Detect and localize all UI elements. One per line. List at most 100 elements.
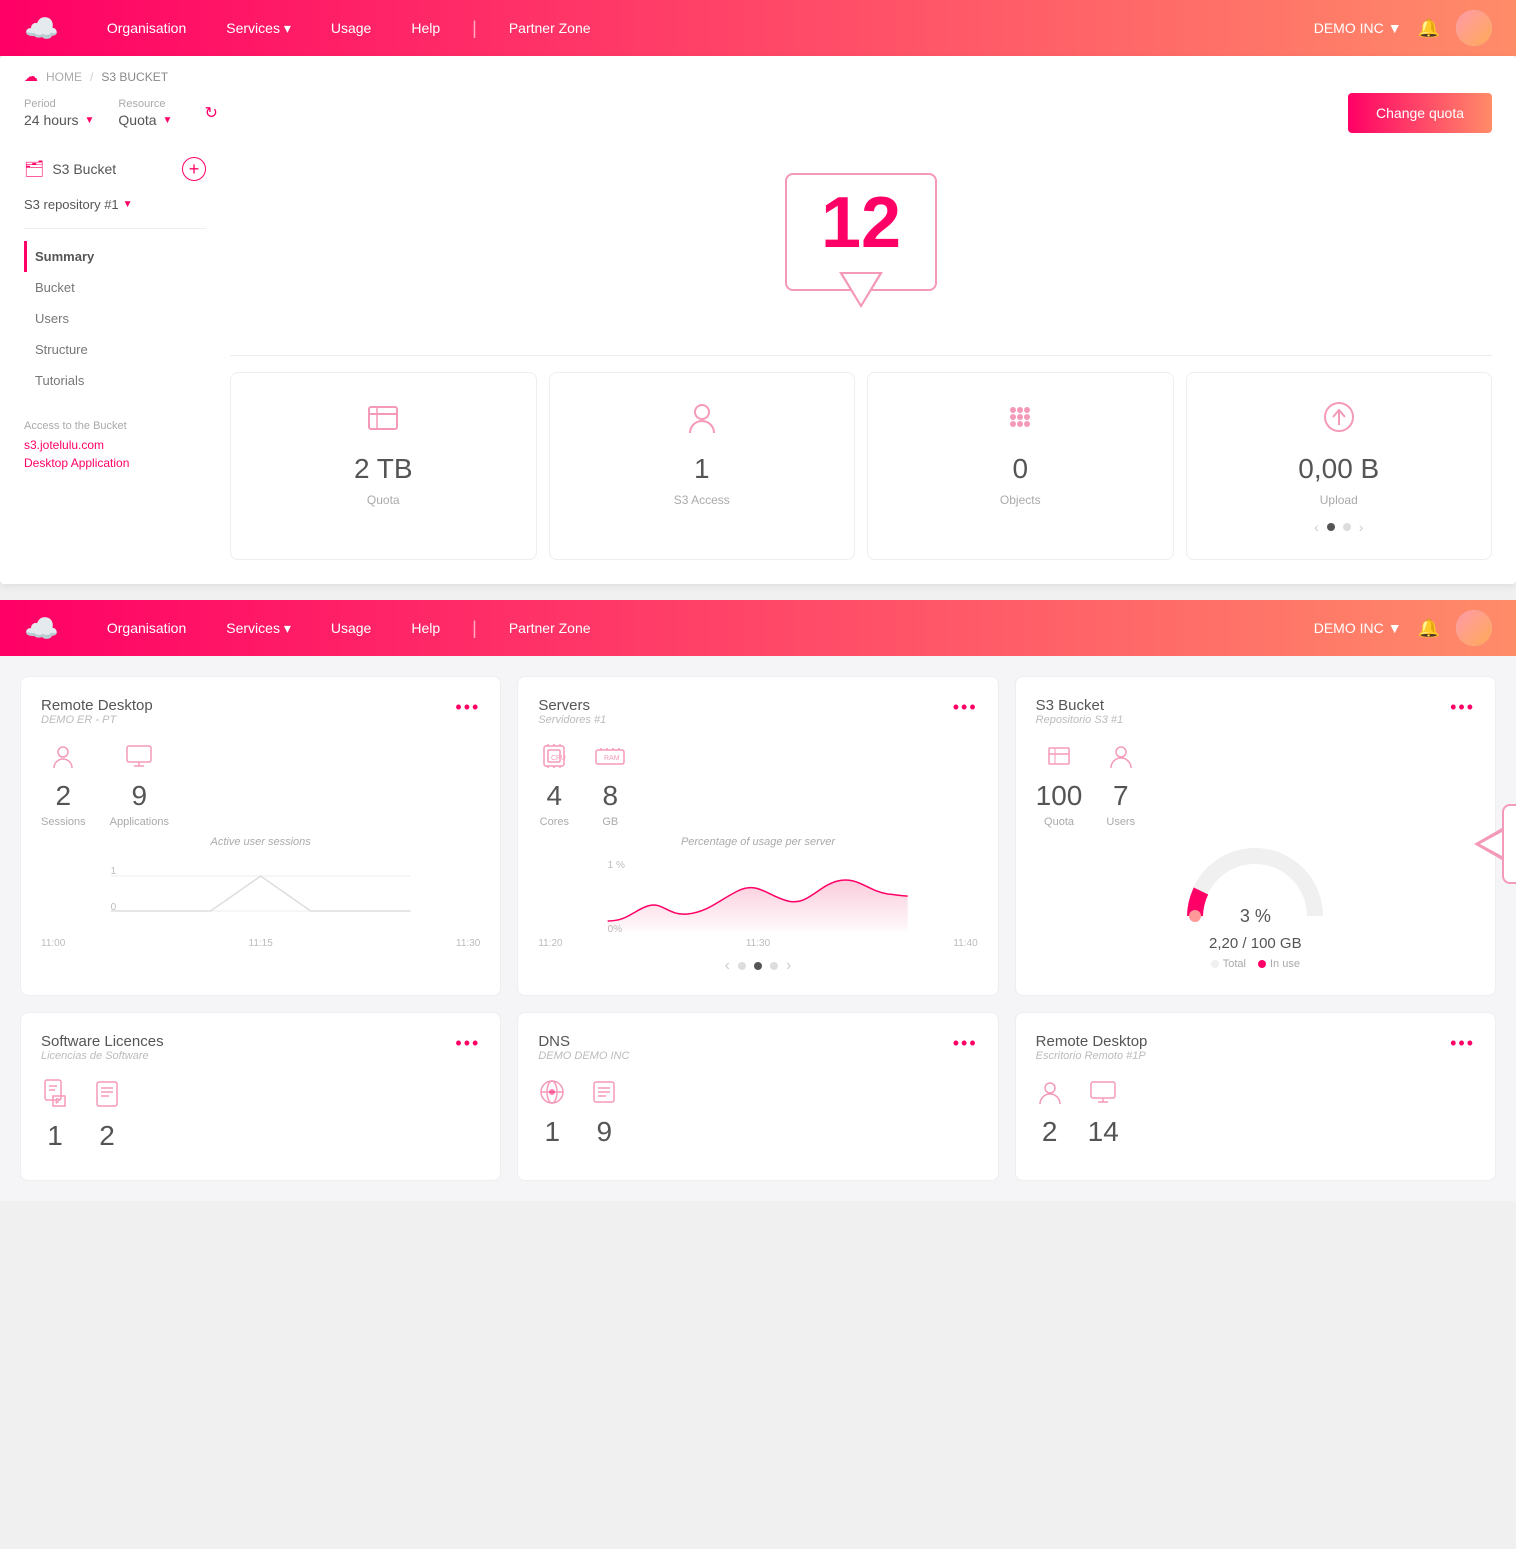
legend-inuse: In use xyxy=(1258,958,1300,970)
prev-arrow-icon[interactable]: ‹ xyxy=(1314,519,1319,535)
srv-chart-label: Percentage of usage per server xyxy=(538,836,977,848)
card-s3-header: S3 Bucket Repositorio S3 #1 ••• xyxy=(1036,697,1475,726)
callout13-arrow-inner xyxy=(1480,832,1502,856)
bell2-icon[interactable]: 🔔 xyxy=(1418,618,1440,639)
s3-storage: 2,20 / 100 GB Total In use xyxy=(1036,935,1475,970)
avatar[interactable] xyxy=(1456,10,1492,46)
rd2-value1: 2 xyxy=(1042,1116,1058,1148)
access-link-s3[interactable]: s3.jotelulu.com xyxy=(24,438,206,452)
card-s3-stats: 100 Quota 7 Users xyxy=(1036,742,1475,828)
sw-stat-1: ₽ 1 xyxy=(41,1078,69,1152)
access-link-desktop[interactable]: Desktop Application xyxy=(24,456,206,470)
srv-pagination: ‹ › xyxy=(538,957,977,975)
refresh-icon[interactable]: ↻ xyxy=(204,103,217,123)
avatar2[interactable] xyxy=(1456,610,1492,646)
nav2-help[interactable]: Help xyxy=(403,616,448,640)
card-sw-subtitle: Licencias de Software xyxy=(41,1050,164,1062)
next-arrow-icon[interactable]: › xyxy=(1359,519,1364,535)
srv-dot1 xyxy=(738,962,746,970)
card-rd2-menu[interactable]: ••• xyxy=(1450,1033,1475,1054)
srv-next-icon[interactable]: › xyxy=(786,957,791,975)
rd-stat-apps: 9 Applications xyxy=(110,742,169,828)
s3-users-value: 7 xyxy=(1113,780,1129,812)
svg-text:₽: ₽ xyxy=(55,1097,60,1106)
breadcrumb-home[interactable]: HOME xyxy=(46,70,82,84)
nav2-partner[interactable]: Partner Zone xyxy=(501,616,599,640)
org2-selector[interactable]: DEMO INC ▼ xyxy=(1314,620,1402,636)
resource-label: Resource xyxy=(118,98,172,110)
cpu-icon: CPU xyxy=(538,742,570,776)
logo2: ☁️ xyxy=(24,612,59,645)
card-dns-menu[interactable]: ••• xyxy=(953,1033,978,1054)
dot2 xyxy=(1343,523,1351,531)
card-sw-title: Software Licences xyxy=(41,1033,164,1050)
navbar2-right: DEMO INC ▼ 🔔 xyxy=(1314,610,1492,646)
gauge-percent: 3 % xyxy=(1240,906,1271,927)
s3-users-label: Users xyxy=(1106,816,1135,828)
dashboard-row2: Software Licences Licencias de Software … xyxy=(20,1012,1496,1181)
stat-card-quota: 2 TB Quota xyxy=(230,372,537,560)
nav2-usage[interactable]: Usage xyxy=(323,616,379,640)
period-select[interactable]: 24 hours ▼ xyxy=(24,112,94,128)
rd-sessions-value: 2 xyxy=(56,780,72,812)
nav-services[interactable]: Services ▾ xyxy=(218,16,299,41)
dns-value1: 1 xyxy=(545,1116,561,1148)
callout13-box: 13 xyxy=(1502,804,1516,884)
sidebar-item-users[interactable]: Users xyxy=(24,303,206,334)
panel2-wrapper: ☁️ Organisation Services ▾ Usage Help | … xyxy=(0,600,1516,1201)
srv-cores-label: Cores xyxy=(540,816,569,828)
sidebar-item-summary[interactable]: Summary xyxy=(24,241,206,272)
card-rd-menu[interactable]: ••• xyxy=(455,697,480,718)
sidebar-item-bucket[interactable]: Bucket xyxy=(24,272,206,303)
nav-partner[interactable]: Partner Zone xyxy=(501,16,599,40)
main-content: 🗂 S3 Bucket + S3 repository #1 ▼ Summary… xyxy=(0,149,1516,584)
add-service-button[interactable]: + xyxy=(182,157,206,181)
s3-quota-icon xyxy=(1045,742,1073,776)
nav2-services[interactable]: Services ▾ xyxy=(218,616,299,641)
resource-select[interactable]: Quota ▼ xyxy=(118,112,172,128)
card-srv-subtitle: Servidores #1 xyxy=(538,714,606,726)
card-s3-title: S3 Bucket xyxy=(1036,697,1123,714)
card-rd-stats: 2 Sessions 9 Applications xyxy=(41,742,480,828)
rd-chart-axis: 11:00 11:15 11:30 xyxy=(41,938,480,949)
navbar2: ☁️ Organisation Services ▾ Usage Help | … xyxy=(0,600,1516,656)
stats-row: 2 TB Quota 1 S3 Access xyxy=(230,372,1492,560)
rd-sessions-label: Sessions xyxy=(41,816,86,828)
callout13: 13 xyxy=(1502,804,1516,884)
card-srv-menu[interactable]: ••• xyxy=(953,697,978,718)
breadcrumb-sep: / xyxy=(90,70,93,84)
card-remote-desktop: Remote Desktop DEMO ER - PT ••• 2 xyxy=(20,676,501,996)
srv-dot3 xyxy=(770,962,778,970)
nav2-organisation[interactable]: Organisation xyxy=(99,616,194,640)
rd2-value2: 14 xyxy=(1088,1116,1119,1148)
sidebar-item-structure[interactable]: Structure xyxy=(24,334,206,365)
nav-organisation[interactable]: Organisation xyxy=(99,16,194,40)
org-selector[interactable]: DEMO INC ▼ xyxy=(1314,20,1402,36)
rd-chart-label: Active user sessions xyxy=(41,836,480,848)
change-quota-button[interactable]: Change quota xyxy=(1348,93,1492,133)
card-sw-menu[interactable]: ••• xyxy=(455,1033,480,1054)
srv-prev-icon[interactable]: ‹ xyxy=(725,957,730,975)
nav-help[interactable]: Help xyxy=(403,16,448,40)
content-area: 12 xyxy=(230,149,1492,560)
breadcrumb: ☁ HOME / S3 BUCKET xyxy=(0,56,1516,85)
navbar1: ☁️ Organisation Services ▾ Usage Help | … xyxy=(0,0,1516,56)
sidebar-item-tutorials[interactable]: Tutorials xyxy=(24,365,206,396)
card-srv-title: Servers xyxy=(538,697,606,714)
bell-icon[interactable]: 🔔 xyxy=(1418,18,1440,39)
card-srv-stats: CPU 4 Cores xyxy=(538,742,977,828)
s3-quota-label: Quota xyxy=(1044,816,1074,828)
repo-selector[interactable]: S3 repository #1 ▼ xyxy=(24,189,206,229)
dns-icon2 xyxy=(590,1078,618,1112)
callout12-box: 12 xyxy=(785,173,938,291)
card-srv-header: Servers Servidores #1 ••• xyxy=(538,697,977,726)
nav-usage[interactable]: Usage xyxy=(323,16,379,40)
period-label: Period xyxy=(24,98,94,110)
card-s3-menu[interactable]: ••• xyxy=(1450,697,1475,718)
sidebar-access: Access to the Bucket s3.jotelulu.com Des… xyxy=(24,420,206,470)
sw-icon2 xyxy=(93,1078,121,1116)
repo-arrow-icon: ▼ xyxy=(123,199,133,210)
card-rd2-title-group: Remote Desktop Escritorio Remoto #1P xyxy=(1036,1033,1148,1062)
stat-card-objects: 0 Objects xyxy=(867,372,1174,560)
breadcrumb-cloud-icon: ☁ xyxy=(24,68,38,85)
